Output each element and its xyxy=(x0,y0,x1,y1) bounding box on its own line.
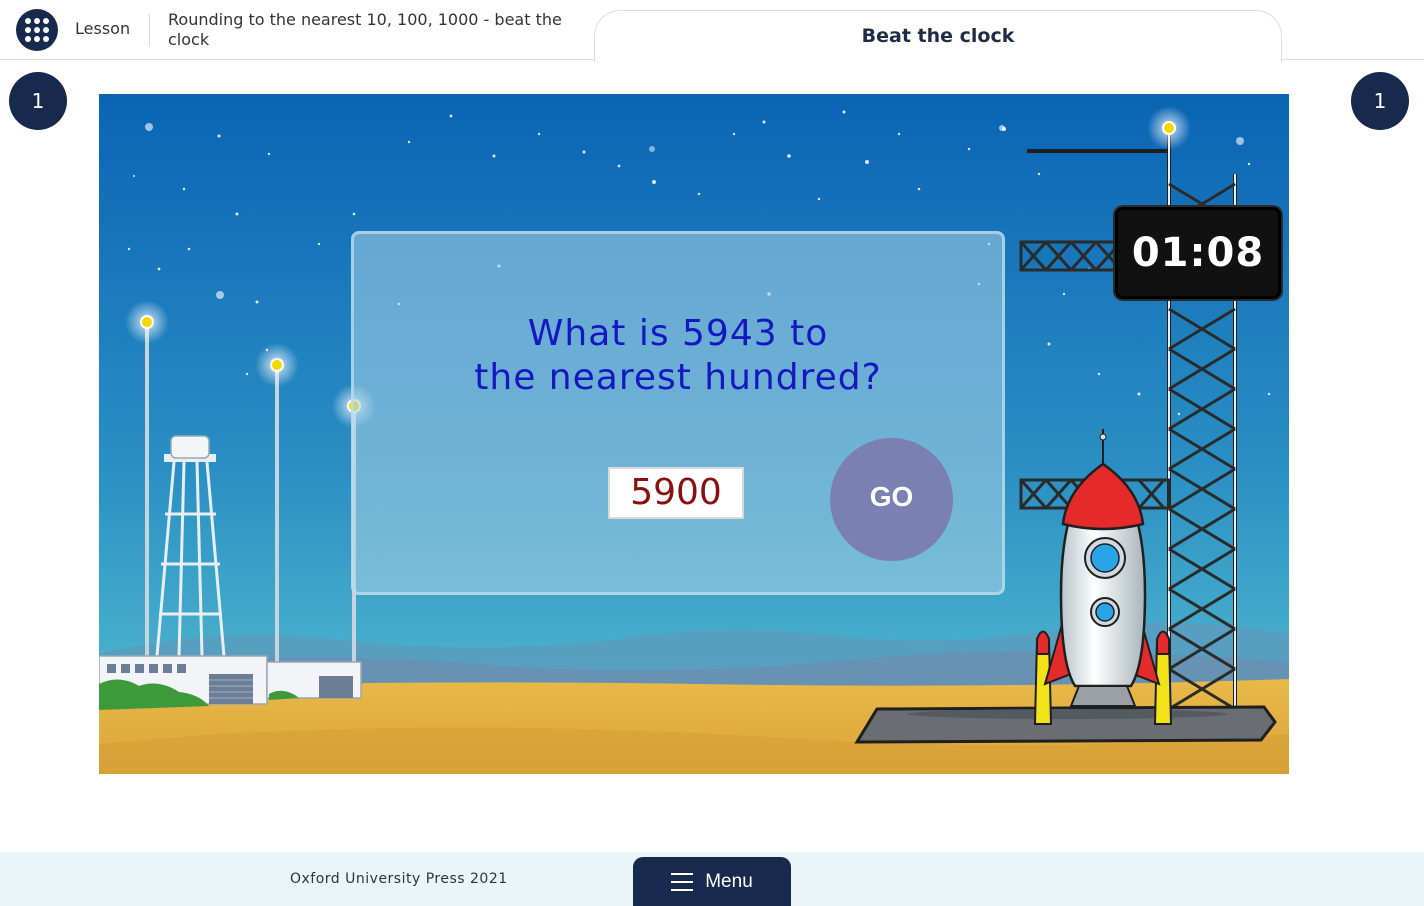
right-counter-badge: 1 xyxy=(1351,72,1409,130)
question-panel: What is 5943 to the nearest hundred? 590… xyxy=(351,231,1005,595)
hamburger-icon xyxy=(671,872,694,891)
answer-input[interactable]: 5900 xyxy=(608,467,744,519)
header-divider xyxy=(149,14,150,46)
timer-value: 01:08 xyxy=(1131,230,1265,276)
game-scene: What is 5943 to the nearest hundred? 590… xyxy=(99,94,1289,774)
copyright-text: Oxford University Press 2021 xyxy=(290,871,508,887)
lesson-title: Rounding to the nearest 10, 100, 1000 - … xyxy=(168,10,562,49)
left-counter-badge: 1 xyxy=(9,72,67,130)
menu-label: Menu xyxy=(705,870,753,892)
section-label: Lesson xyxy=(75,19,131,38)
question-line-2: the nearest hundred? xyxy=(474,357,882,398)
top-bar: Lesson Rounding to the nearest 10, 100, … xyxy=(0,0,1424,62)
grid-icon xyxy=(25,18,49,42)
go-button[interactable]: GO xyxy=(830,438,953,561)
apps-grid-button[interactable] xyxy=(16,9,58,51)
question-text: What is 5943 to the nearest hundred? xyxy=(354,312,1002,400)
footer: Oxford University Press 2021 Menu xyxy=(0,852,1424,906)
tab-label: Beat the clock xyxy=(861,25,1015,47)
menu-button[interactable]: Menu xyxy=(633,857,791,906)
question-line-1: What is 5943 to xyxy=(527,313,829,354)
countdown-timer: 01:08 xyxy=(1115,207,1281,299)
tab-beat-the-clock[interactable]: Beat the clock xyxy=(594,10,1282,62)
